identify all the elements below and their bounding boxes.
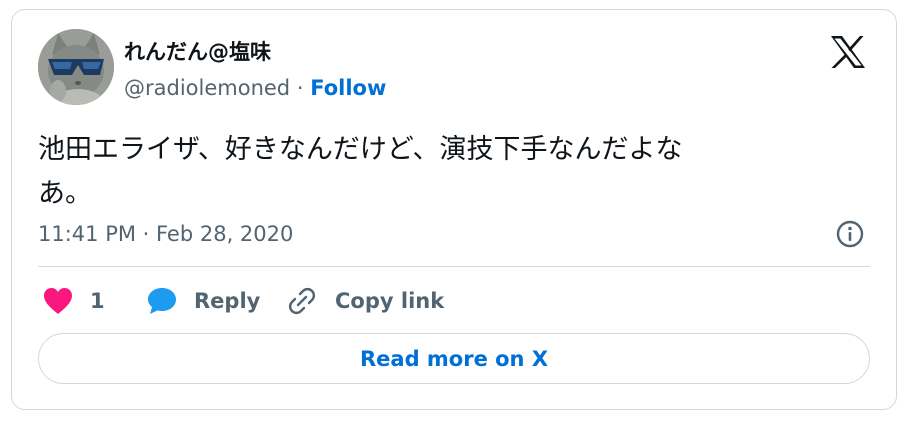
author-handle[interactable]: @radiolemoned [124,76,290,100]
follow-button[interactable]: Follow [310,76,386,100]
info-icon[interactable] [835,219,865,249]
copy-link-label: Copy link [335,289,445,313]
heart-icon [42,286,74,316]
read-more-button[interactable]: Read more on X [38,333,870,384]
avatar[interactable] [38,29,114,105]
link-icon [287,286,317,316]
tweet-text-line-1: 池田エライザ、好きなんだけど、演技下手なんだよな [38,134,683,165]
divider [38,266,870,267]
copy-link-button[interactable]: Copy link [287,284,444,318]
read-more-label: Read more on X [359,346,549,371]
tweet-text: 池田エライザ、好きなんだけど、演技下手なんだよな あ。 [38,128,838,216]
author-display-name[interactable]: れんだん@塩味 [124,36,271,66]
author-handle-row: @radiolemoned · Follow [124,76,386,100]
tweet-timestamp[interactable]: 11:41 PM · Feb 28, 2020 [38,222,293,246]
reply-label: Reply [194,289,261,313]
reply-button[interactable]: Reply [146,284,260,318]
like-count: 1 [90,289,105,313]
tweet-text-line-2: あ。 [38,178,92,209]
separator-dot: · [296,76,304,100]
like-button[interactable]: 1 [42,284,105,318]
speech-bubble-icon [146,286,178,316]
x-logo-icon[interactable] [828,32,868,72]
